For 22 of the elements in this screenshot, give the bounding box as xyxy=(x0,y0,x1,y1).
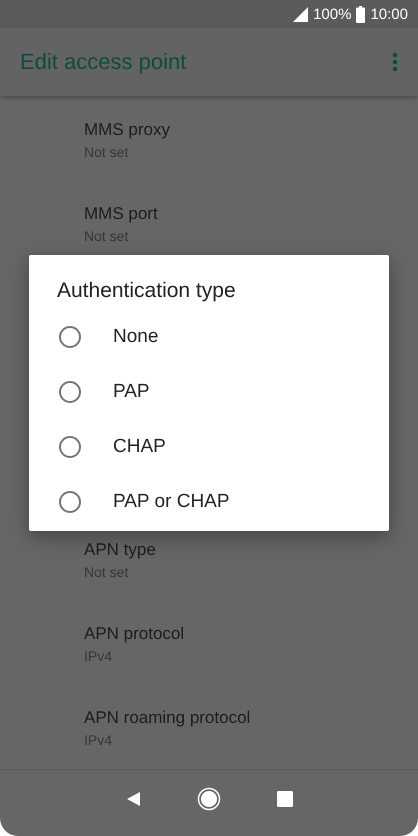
screen-title: Edit access point xyxy=(20,49,186,75)
dialog-title: Authentication type xyxy=(56,279,237,303)
option-label[interactable]: None xyxy=(113,326,158,348)
battery-icon xyxy=(356,6,366,22)
setting-title[interactable]: MMS port xyxy=(84,204,418,224)
option-label[interactable]: PAP xyxy=(113,380,150,402)
signal-icon xyxy=(292,6,308,22)
recents-icon[interactable] xyxy=(276,791,292,807)
home-icon[interactable] xyxy=(197,787,221,811)
radio-button[interactable] xyxy=(59,490,81,512)
radio-button[interactable] xyxy=(59,326,81,348)
setting-title[interactable]: MMS proxy xyxy=(84,120,418,140)
radio-button[interactable] xyxy=(59,436,81,458)
setting-title[interactable]: APN roaming protocol xyxy=(84,708,418,728)
radio-button[interactable] xyxy=(59,380,81,402)
battery-percent: 100% xyxy=(313,6,352,22)
setting-title[interactable]: APN type xyxy=(84,540,418,560)
back-icon[interactable] xyxy=(126,791,142,807)
option-label[interactable]: CHAP xyxy=(113,436,166,458)
clock: 10:00 xyxy=(370,6,408,22)
option-label[interactable]: PAP or CHAP xyxy=(113,490,230,512)
setting-title[interactable]: APN protocol xyxy=(84,624,418,644)
